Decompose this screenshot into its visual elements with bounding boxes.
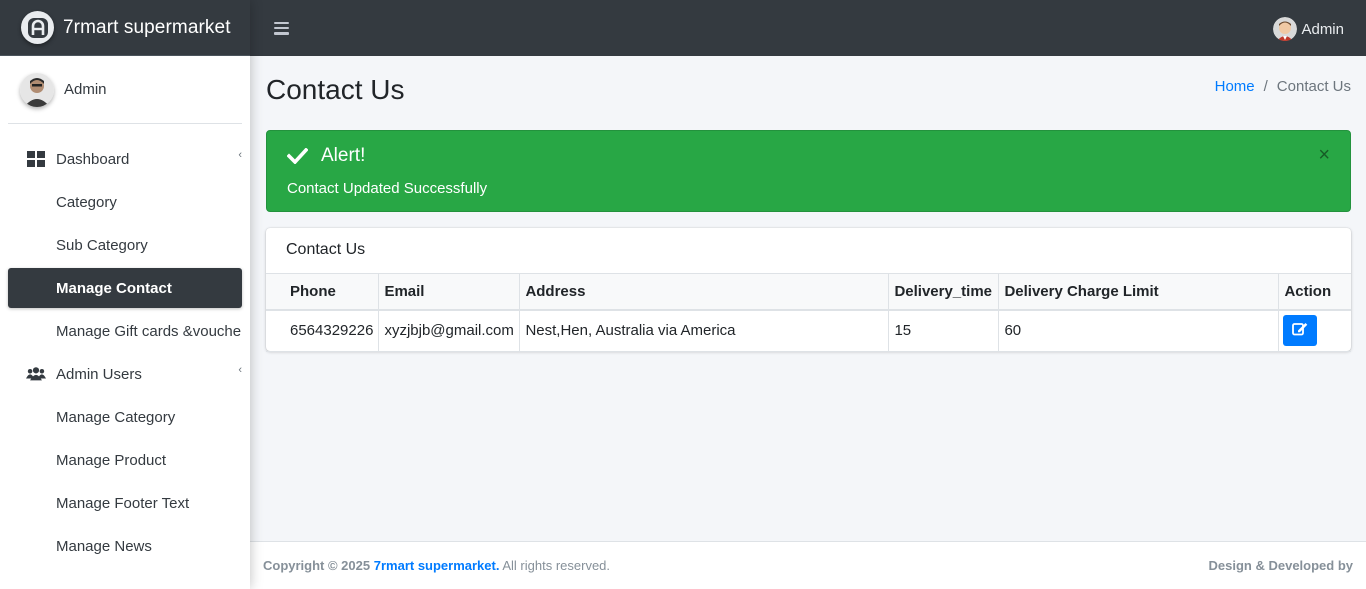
column-header-address: Address bbox=[519, 273, 890, 311]
breadcrumb-home-link[interactable]: Home bbox=[1215, 78, 1255, 95]
column-header-delivery-charge-limit: Delivery Charge Limit bbox=[998, 273, 1280, 311]
sidebar-item-label: Manage News bbox=[56, 537, 152, 555]
sidebar-item-label: Dashboard bbox=[56, 150, 130, 168]
cell-phone: 6564329226 bbox=[266, 309, 380, 352]
sidebar-nav: Dashboard ‹ Category Sub Category Manage… bbox=[0, 124, 250, 566]
close-icon[interactable]: × bbox=[1318, 145, 1330, 165]
sidebar-item-label: Category bbox=[56, 193, 117, 211]
contact-card: Contact Us Phone Email Address Delivery_… bbox=[266, 228, 1351, 352]
cell-action bbox=[1278, 309, 1351, 352]
sidebar-item-manage-news[interactable]: Manage News bbox=[8, 526, 242, 566]
copyright-prefix: Copyright © 2025 bbox=[263, 558, 371, 573]
brand-name: 7rmart supermarket bbox=[63, 16, 231, 38]
edit-icon bbox=[1292, 321, 1308, 340]
angle-left-icon: ‹ bbox=[238, 364, 242, 376]
sidebar-item-sub-category[interactable]: Sub Category bbox=[8, 225, 242, 265]
sidebar-item-manage-contact[interactable]: Manage Contact bbox=[8, 268, 242, 308]
sidebar-item-label: Admin Users bbox=[56, 365, 142, 383]
th-large-icon bbox=[26, 151, 46, 167]
footer-rights: All rights reserved. bbox=[502, 558, 611, 573]
sidebar-item-label: Manage Product bbox=[56, 451, 167, 469]
brand-logo-icon bbox=[21, 11, 54, 44]
sidebar-user-name[interactable]: Admin bbox=[64, 81, 107, 98]
cell-charge-limit: 60 bbox=[998, 309, 1280, 352]
alert-message: Contact Updated Successfully bbox=[287, 180, 488, 197]
column-header-action: Action bbox=[1278, 273, 1351, 311]
user-avatar-icon bbox=[1273, 17, 1298, 41]
column-header-delivery-time: Delivery_time bbox=[888, 273, 1000, 311]
column-header-phone: Phone bbox=[266, 273, 380, 311]
users-icon bbox=[26, 366, 46, 382]
cell-delivery-time: 15 bbox=[888, 309, 1000, 352]
sidebar-item-category[interactable]: Category bbox=[8, 182, 242, 222]
sidebar-item-label: Sub Category bbox=[56, 236, 148, 254]
sidebar-item-manage-footer-text[interactable]: Manage Footer Text bbox=[8, 483, 242, 523]
main-content: Contact Us Home / Contact Us Alert! Cont… bbox=[250, 56, 1366, 541]
footer-brand-link[interactable]: 7rmart supermarket. bbox=[374, 558, 500, 573]
menu-toggle-icon[interactable] bbox=[274, 21, 289, 35]
angle-left-icon: ‹ bbox=[238, 149, 242, 161]
top-navbar: Admin bbox=[250, 0, 1366, 56]
success-alert: Alert! Contact Updated Successfully × bbox=[266, 130, 1351, 212]
brand-link[interactable]: 7rmart supermarket bbox=[0, 0, 250, 56]
card-title: Contact Us bbox=[286, 241, 366, 258]
footer-credit: Design & Developed by bbox=[1208, 558, 1353, 573]
sidebar-item-label: Manage Contact bbox=[56, 279, 172, 297]
table-row: 6564329226 xyzjbjb@gmail.com Nest,Hen, A… bbox=[266, 309, 1351, 352]
sidebar-item-label: Manage Gift cards &vouchers bbox=[56, 322, 242, 340]
avatar bbox=[20, 72, 54, 107]
sidebar-item-manage-category[interactable]: Manage Category bbox=[8, 397, 242, 437]
alert-heading-text: Alert! bbox=[321, 145, 366, 166]
breadcrumb: Home / Contact Us bbox=[1215, 78, 1351, 95]
footer-copyright: Copyright © 2025 7rmart supermarket. All… bbox=[263, 558, 610, 573]
edit-button[interactable] bbox=[1283, 315, 1318, 347]
breadcrumb-current: Contact Us bbox=[1276, 78, 1351, 95]
user-menu[interactable]: Admin bbox=[1273, 17, 1344, 41]
cell-address: Nest,Hen, Australia via America bbox=[519, 309, 890, 352]
page-title: Contact Us bbox=[266, 74, 405, 105]
sidebar-item-manage-product[interactable]: Manage Product bbox=[8, 440, 242, 480]
sidebar-item-label: Manage Footer Text bbox=[56, 494, 190, 512]
sidebar-item-manage-gift-cards[interactable]: Manage Gift cards &vouchers bbox=[8, 311, 242, 351]
contact-table: Phone Email Address Delivery_time Delive… bbox=[266, 273, 1351, 352]
column-header-email: Email bbox=[378, 273, 521, 311]
sidebar-item-dashboard[interactable]: Dashboard ‹ bbox=[8, 139, 242, 179]
sidebar-item-label: Manage Category bbox=[56, 408, 176, 426]
breadcrumb-separator: / bbox=[1263, 78, 1268, 95]
alert-heading: Alert! bbox=[287, 145, 365, 167]
top-user-name: Admin bbox=[1301, 20, 1344, 38]
footer: Copyright © 2025 7rmart supermarket. All… bbox=[250, 541, 1366, 589]
check-icon bbox=[287, 148, 308, 164]
cell-email: xyzjbjb@gmail.com bbox=[378, 309, 521, 352]
table-header-row: Phone Email Address Delivery_time Delive… bbox=[266, 273, 1351, 311]
sidebar: 7rmart supermarket Admin Dashboard ‹ Cat… bbox=[0, 0, 250, 589]
user-panel[interactable]: Admin bbox=[8, 56, 242, 124]
sidebar-item-admin-users[interactable]: Admin Users ‹ bbox=[8, 354, 242, 394]
